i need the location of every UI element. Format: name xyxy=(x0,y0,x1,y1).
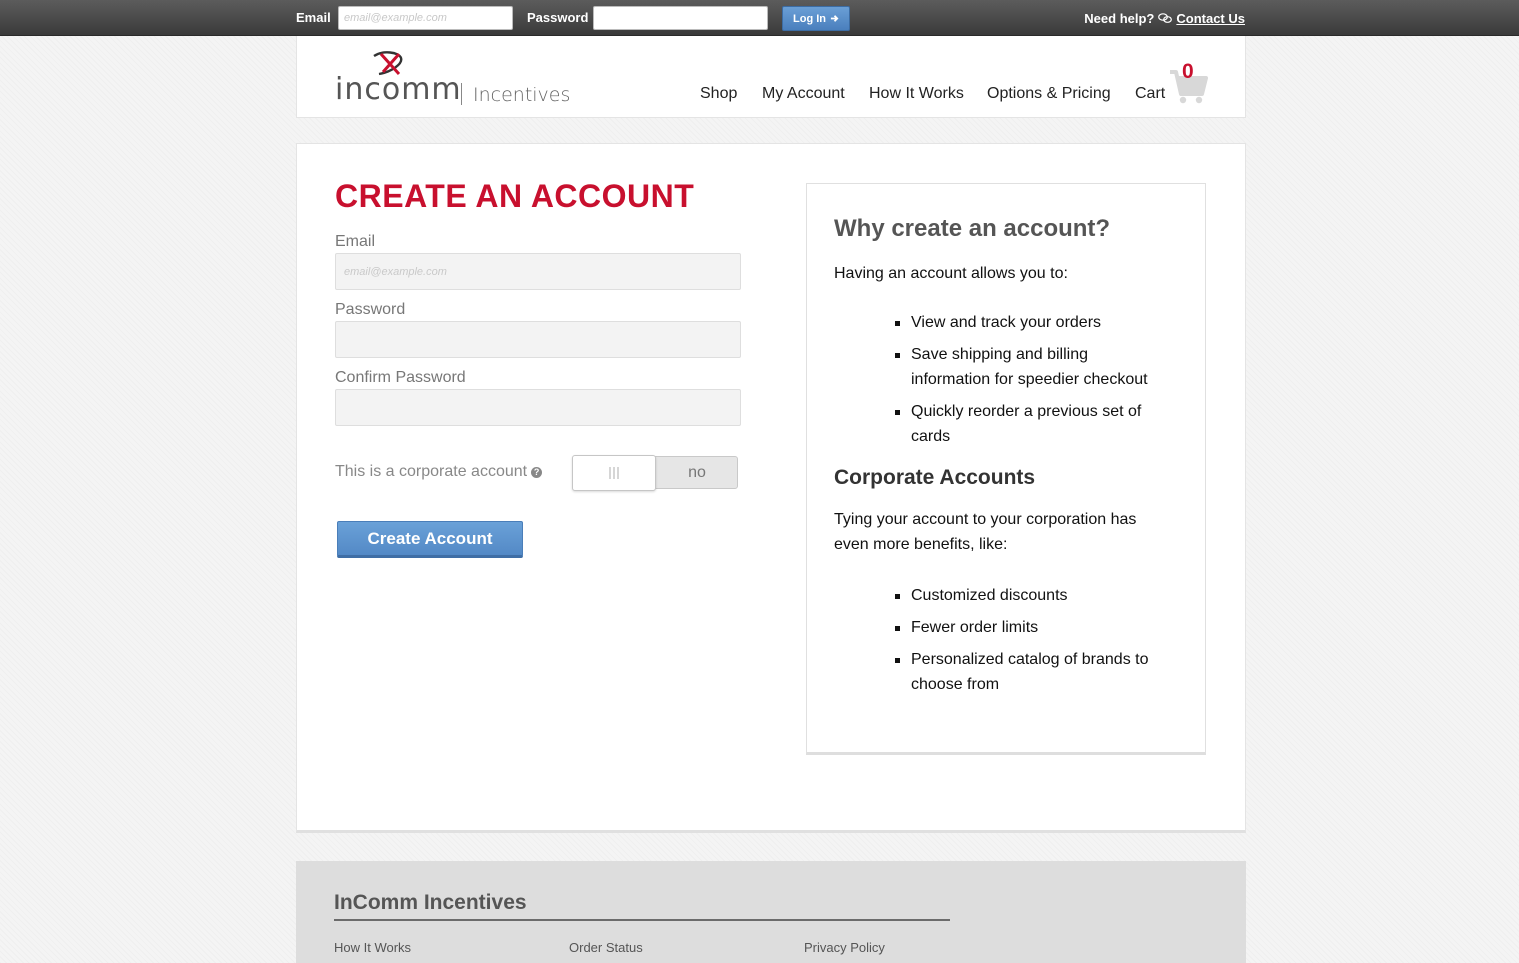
arrow-right-icon xyxy=(830,15,839,22)
footer-link-how-it-works[interactable]: How It Works xyxy=(334,940,411,955)
email-field[interactable] xyxy=(335,253,741,290)
footer-divider xyxy=(334,919,950,921)
toggle-knob[interactable] xyxy=(572,455,656,491)
cart-count-badge: 0 xyxy=(1182,60,1194,83)
footer-link-privacy-policy[interactable]: Privacy Policy xyxy=(804,940,885,955)
list-item: Customized discounts xyxy=(895,583,1171,608)
corporate-account-text: This is a corporate account xyxy=(335,463,528,480)
login-button-label: Log In xyxy=(793,12,826,25)
nav-shop[interactable]: Shop xyxy=(700,85,737,103)
site-header: incomm Incentives Shop My Account How It… xyxy=(296,36,1246,118)
list-item: Quickly reorder a previous set of cards xyxy=(895,399,1171,449)
help-text: Need help? xyxy=(1084,11,1155,26)
nav-how-it-works[interactable]: How It Works xyxy=(869,85,964,103)
why-heading: Why create an account? xyxy=(834,215,1111,242)
site-footer: InComm Incentives How It Works Order Sta… xyxy=(296,861,1246,963)
logo-subtitle: Incentives xyxy=(473,84,571,106)
list-item: View and track your orders xyxy=(895,310,1171,335)
why-intro: Having an account allows you to: xyxy=(834,265,1068,282)
help-area: Need help? Contact Us xyxy=(1084,11,1245,26)
corporate-account-toggle[interactable]: no xyxy=(572,455,738,491)
why-create-account-box: Why create an account? Having an account… xyxy=(806,183,1206,755)
nav-my-account[interactable]: My Account xyxy=(762,85,845,103)
footer-link-order-status[interactable]: Order Status xyxy=(569,940,643,955)
corporate-intro: Tying your account to your corporation h… xyxy=(834,511,1137,553)
confirm-password-label: Confirm Password xyxy=(335,369,466,386)
password-label: Password xyxy=(335,301,406,318)
contact-us-link[interactable]: Contact Us xyxy=(1176,11,1245,26)
nav-options-pricing[interactable]: Options & Pricing xyxy=(987,85,1111,103)
confirm-password-field[interactable] xyxy=(335,389,741,426)
main-panel: CREATE AN ACCOUNT Email Password Confirm… xyxy=(296,143,1246,833)
create-account-button[interactable]: Create Account xyxy=(337,521,523,558)
top-login-bar: Email Password Log In Need help? Contact… xyxy=(0,0,1519,36)
login-button[interactable]: Log In xyxy=(782,6,850,31)
list-item: Personalized catalog of brands to choose… xyxy=(895,647,1171,697)
page-title: CREATE AN ACCOUNT xyxy=(335,178,695,214)
logo-divider xyxy=(461,83,462,105)
top-email-input[interactable] xyxy=(338,6,513,30)
incomm-logo[interactable]: incomm Incentives xyxy=(335,50,575,110)
logo-wordmark: incomm xyxy=(335,72,462,107)
nav-cart[interactable]: Cart xyxy=(1135,85,1165,103)
email-label: Email xyxy=(335,233,376,250)
corporate-heading: Corporate Accounts xyxy=(834,466,1036,489)
list-item: Save shipping and billing information fo… xyxy=(895,342,1171,392)
top-password-label: Password xyxy=(527,10,589,25)
corporate-benefits-list: Customized discounts Fewer order limits … xyxy=(895,583,1171,704)
benefits-list: View and track your orders Save shipping… xyxy=(895,310,1171,456)
toggle-state-label: no xyxy=(688,463,706,481)
password-field[interactable] xyxy=(335,321,741,358)
corporate-account-label: This is a corporate account ? xyxy=(335,463,543,481)
top-email-label: Email xyxy=(296,10,331,25)
help-question-icon[interactable]: ? xyxy=(531,466,543,478)
chat-bubble-icon xyxy=(1158,13,1173,23)
top-password-input[interactable] xyxy=(593,6,768,30)
list-item: Fewer order limits xyxy=(895,615,1171,640)
footer-title: InComm Incentives xyxy=(334,891,527,914)
